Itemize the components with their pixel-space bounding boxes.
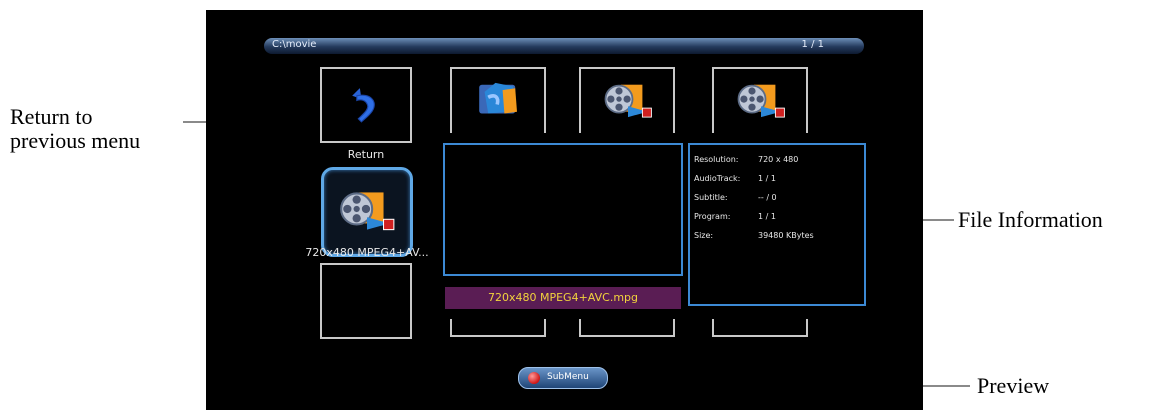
info-key: AudioTrack: [694,174,741,183]
red-button-icon [528,372,540,384]
thumbnail-empty[interactable] [320,263,412,339]
preview-window [443,143,683,276]
info-key: Program: [694,212,731,221]
thumbnail-partial-2[interactable] [579,319,675,337]
thumbnail-partial-3[interactable] [712,319,808,337]
info-value: 1 / 1 [758,174,776,183]
info-key: Size: [694,231,714,240]
info-key: Resolution: [694,155,739,164]
video-file-icon [604,84,652,118]
info-value: 1 / 1 [758,212,776,221]
info-value: -- / 0 [758,193,777,202]
info-value: 39480 KBytes [758,231,814,240]
thumbnail-video-1[interactable] [579,67,675,133]
preview-filename: 720x480 MPEG4+AVC.mpg [445,287,681,309]
info-value: 720 x 480 [758,155,799,164]
info-key: Subtitle: [694,193,728,202]
path-bar: C:\movie 1 / 1 [264,38,864,54]
submenu-button[interactable]: SubMenu [518,367,608,389]
thumbnail-return[interactable] [320,67,412,143]
thumbnail-selected-label: 720x480 MPEG4+AV... [305,246,429,259]
media-browser-screen: C:\movie 1 / 1 Return 720x480 MPEG4+AV..… [206,10,923,410]
folder-icon [479,82,517,114]
page-indicator: 1 / 1 [801,39,824,50]
video-file-icon [340,192,395,231]
thumbnail-folder[interactable] [450,67,546,133]
thumbnail-selected-video[interactable] [321,167,413,257]
thumbnail-video-2[interactable] [712,67,808,133]
submenu-label: SubMenu [547,372,589,382]
thumbnail-return-label: Return [347,148,385,161]
thumbnail-partial-1[interactable] [450,319,546,337]
current-path: C:\movie [272,39,317,50]
return-arrow-icon [352,88,375,123]
video-file-icon [737,84,785,118]
file-info-panel: Resolution: 720 x 480 AudioTrack: 1 / 1 … [688,143,866,306]
